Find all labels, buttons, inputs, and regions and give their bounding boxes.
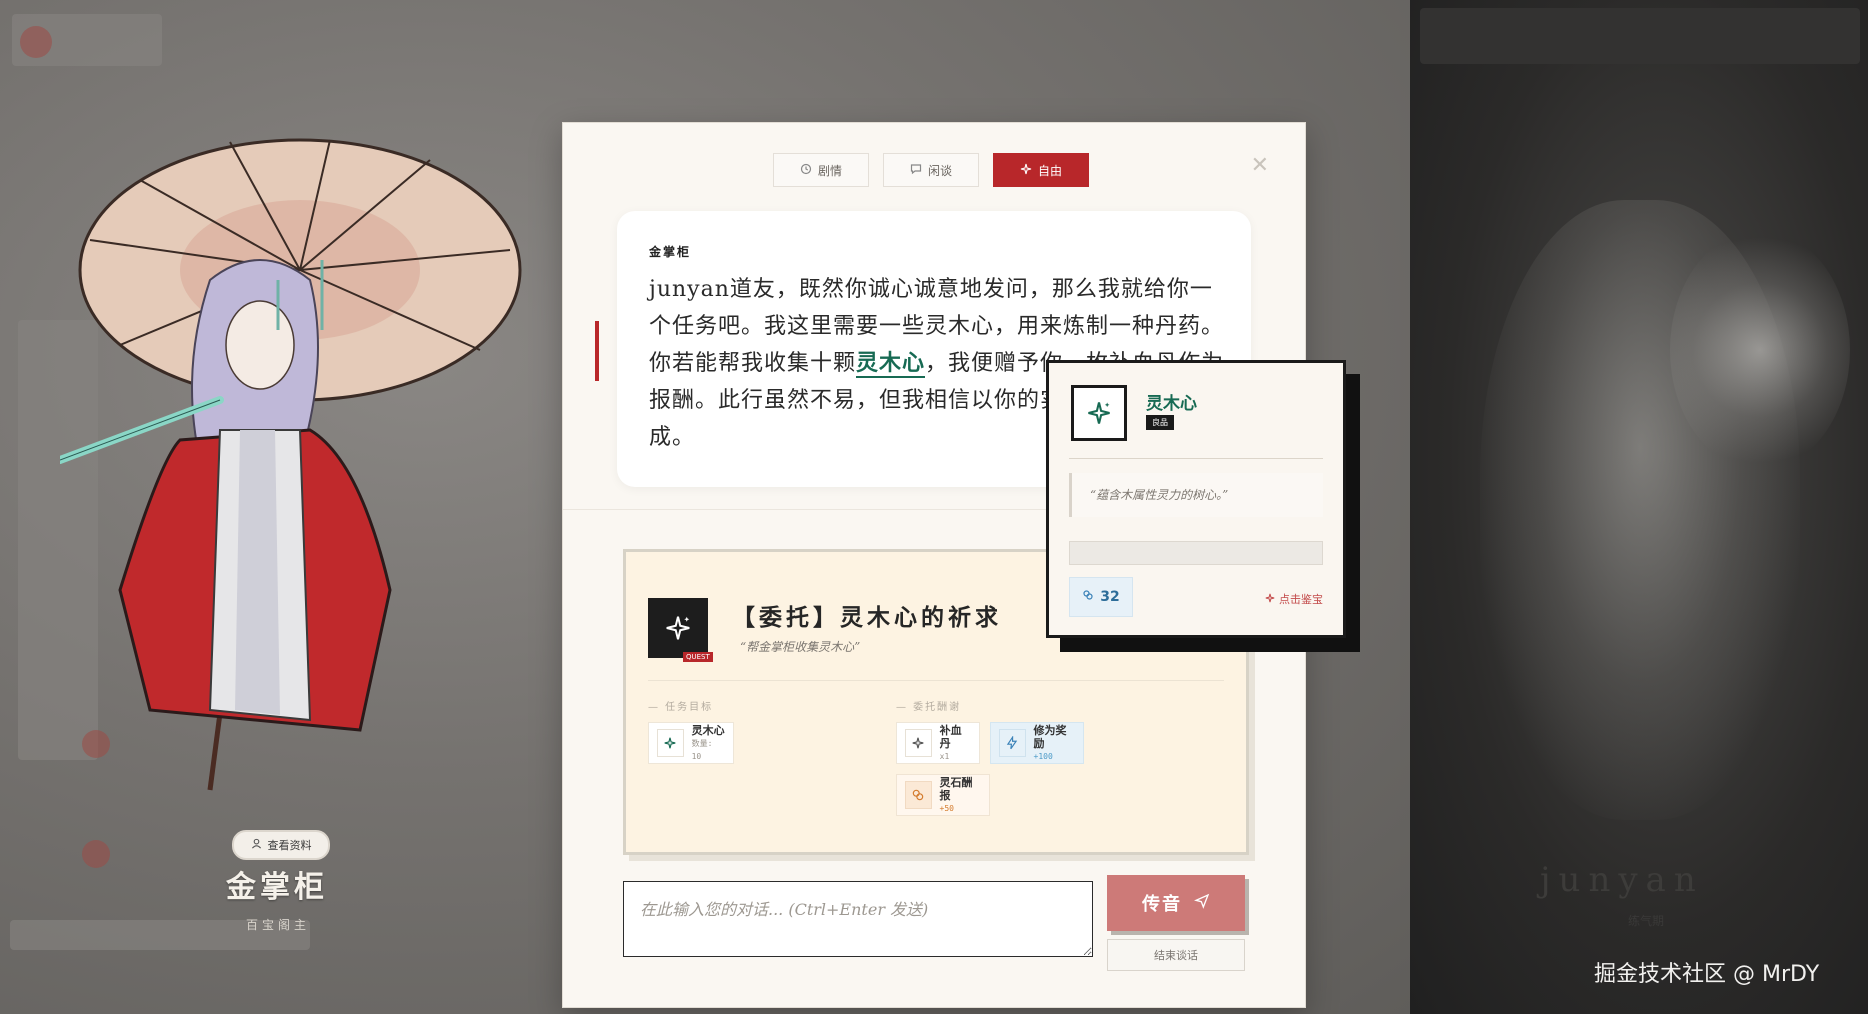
moon-glow bbox=[1670, 230, 1850, 470]
blurred-marker bbox=[82, 840, 110, 868]
item-rarity-badge: 良品 bbox=[1146, 415, 1174, 430]
blurred-logo bbox=[20, 26, 52, 58]
objective-label: — 任务目标 bbox=[648, 702, 714, 713]
speaker-name: 金掌柜 bbox=[649, 245, 692, 259]
quest-title: 【委托】灵木心的祈求 bbox=[732, 604, 1002, 631]
quest-divider bbox=[648, 680, 1224, 681]
blurred-topbar bbox=[1420, 8, 1860, 64]
objective-name: 灵木心 bbox=[691, 723, 725, 737]
sparkle-icon bbox=[905, 729, 932, 757]
close-icon[interactable]: ✕ bbox=[1251, 153, 1269, 178]
reward-item[interactable]: 灵石酬报 +50 bbox=[896, 774, 990, 816]
tab-free[interactable]: 自由 bbox=[993, 153, 1089, 187]
message-input[interactable] bbox=[623, 881, 1093, 957]
end-conversation-button[interactable]: 结束谈话 bbox=[1107, 939, 1245, 971]
identify-label: 点击鉴宝 bbox=[1279, 593, 1323, 606]
item-tooltip: 灵木心 良品 “蕴含木属性灵力的树心。” 32 点击鉴宝 bbox=[1046, 360, 1346, 638]
player-name: junyan bbox=[1540, 860, 1704, 900]
tab-story[interactable]: 剧情 bbox=[773, 153, 869, 187]
reward-name: 补血丹 bbox=[939, 723, 962, 750]
reward-name: 修为奖励 bbox=[1033, 723, 1067, 750]
reward-name: 灵石酬报 bbox=[939, 775, 973, 802]
chat-bubble-icon bbox=[910, 163, 922, 178]
objective-item[interactable]: 灵木心 数量: 10 bbox=[648, 722, 734, 764]
mode-tabs: 剧情 闲谈 自由 bbox=[773, 153, 1089, 187]
reward-item[interactable]: 修为奖励 +100 bbox=[990, 722, 1084, 764]
history-icon bbox=[800, 163, 812, 178]
user-icon bbox=[251, 838, 262, 852]
item-name: 灵木心 bbox=[1146, 394, 1197, 414]
send-button[interactable]: 传音 bbox=[1107, 875, 1245, 931]
player-realm: 练气期 bbox=[1628, 914, 1665, 928]
tab-label: 剧情 bbox=[817, 163, 842, 178]
tab-label: 闲谈 bbox=[927, 163, 952, 178]
item-sparkle-icon bbox=[1071, 385, 1127, 441]
view-profile-label: 查看资料 bbox=[267, 839, 312, 852]
reward-label: — 委托酬谢 bbox=[896, 702, 962, 713]
lightning-icon bbox=[999, 729, 1026, 757]
item-link-lingmuxin[interactable]: 灵木心 bbox=[856, 350, 926, 378]
view-profile-button[interactable]: 查看资料 bbox=[232, 830, 330, 860]
identify-button[interactable]: 点击鉴宝 bbox=[1265, 591, 1323, 607]
npc-title: 百宝阁主 bbox=[246, 918, 311, 932]
tooltip-divider bbox=[1069, 458, 1323, 459]
tab-label: 自由 bbox=[1037, 163, 1062, 178]
item-price-value: 32 bbox=[1100, 589, 1120, 605]
objective-count: 数量: 10 bbox=[691, 738, 713, 761]
coins-icon bbox=[905, 781, 932, 809]
quest-subtitle: “帮金掌柜收集灵木心” bbox=[740, 640, 861, 654]
reward-amount: x1 bbox=[939, 751, 950, 761]
spirit-stone-icon bbox=[1082, 589, 1094, 605]
item-price: 32 bbox=[1069, 577, 1133, 617]
item-description: “蕴含木属性灵力的树心。” bbox=[1069, 473, 1323, 517]
npc-name: 金掌柜 bbox=[226, 870, 328, 905]
send-label: 传音 bbox=[1142, 894, 1182, 915]
sparkle-icon bbox=[1020, 163, 1032, 178]
paper-plane-icon bbox=[1193, 893, 1210, 914]
item-detail-bar bbox=[1069, 541, 1323, 565]
npc-portrait bbox=[60, 138, 522, 791]
sparkle-green-icon bbox=[657, 729, 684, 757]
quest-sparkle-icon bbox=[648, 598, 708, 658]
tab-chat[interactable]: 闲谈 bbox=[883, 153, 979, 187]
reward-amount: +50 bbox=[939, 803, 954, 813]
reward-item[interactable]: 补血丹 x1 bbox=[896, 722, 980, 764]
quest-badge: QUEST bbox=[683, 652, 713, 662]
sparkle-red-icon bbox=[1265, 593, 1275, 606]
watermark: 掘金技术社区 @ MrDY bbox=[1594, 962, 1820, 987]
reward-amount: +100 bbox=[1033, 751, 1053, 761]
speech-marker bbox=[595, 321, 599, 381]
